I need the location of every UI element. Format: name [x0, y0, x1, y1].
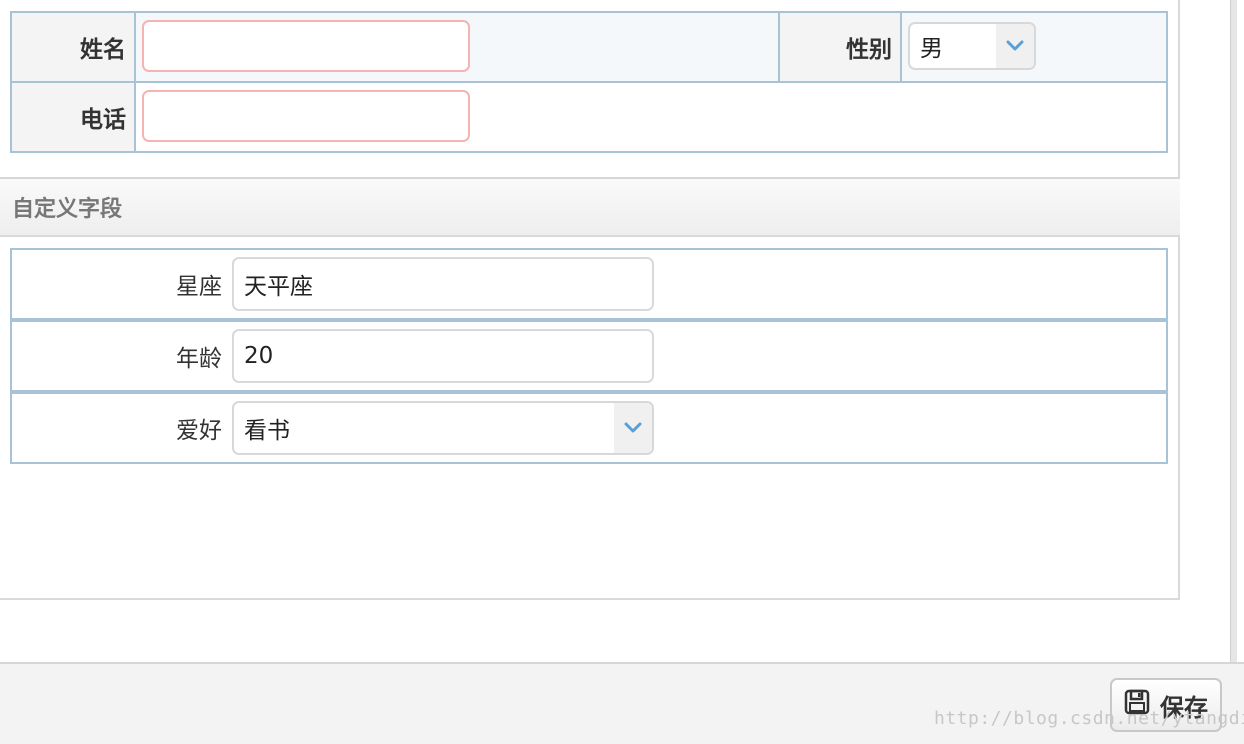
bottom-toolbar — [0, 662, 1244, 744]
custom-field-row-constellation: 星座 天平座 — [10, 248, 1168, 320]
watermark: http://blog.csdn.net/ytangdigl — [934, 708, 1244, 729]
custom-field-row-hobby: 爱好 看书 — [10, 392, 1168, 464]
constellation-input[interactable]: 天平座 — [232, 257, 654, 311]
divider — [134, 83, 136, 151]
custom-field-row-age: 年龄 20 — [10, 320, 1168, 392]
hobby-select-value: 看书 — [244, 418, 290, 444]
gender-label: 性别 — [780, 13, 902, 81]
gender-select[interactable]: 男 — [908, 22, 1036, 70]
constellation-label: 星座 — [176, 274, 222, 300]
age-input[interactable]: 20 — [232, 329, 654, 383]
phone-label: 电话 — [12, 83, 134, 151]
divider — [134, 13, 136, 81]
chevron-down-icon — [614, 403, 652, 453]
divider — [900, 13, 902, 81]
hobby-select[interactable]: 看书 — [232, 401, 654, 455]
gender-select-value: 男 — [920, 36, 943, 62]
custom-fields-header: 自定义字段 — [0, 177, 1180, 237]
chevron-down-icon — [996, 24, 1034, 68]
hobby-label: 爱好 — [176, 418, 222, 444]
scrollbar-track[interactable] — [1230, 0, 1237, 664]
name-field[interactable] — [142, 20, 470, 72]
table-row: 姓名 性别 男 — [12, 13, 1166, 83]
phone-field[interactable] — [142, 90, 470, 142]
age-label: 年龄 — [176, 346, 222, 372]
name-label: 姓名 — [12, 13, 134, 81]
basic-info-table: 姓名 性别 男 电话 — [10, 11, 1168, 153]
table-row: 电话 — [12, 83, 1166, 151]
